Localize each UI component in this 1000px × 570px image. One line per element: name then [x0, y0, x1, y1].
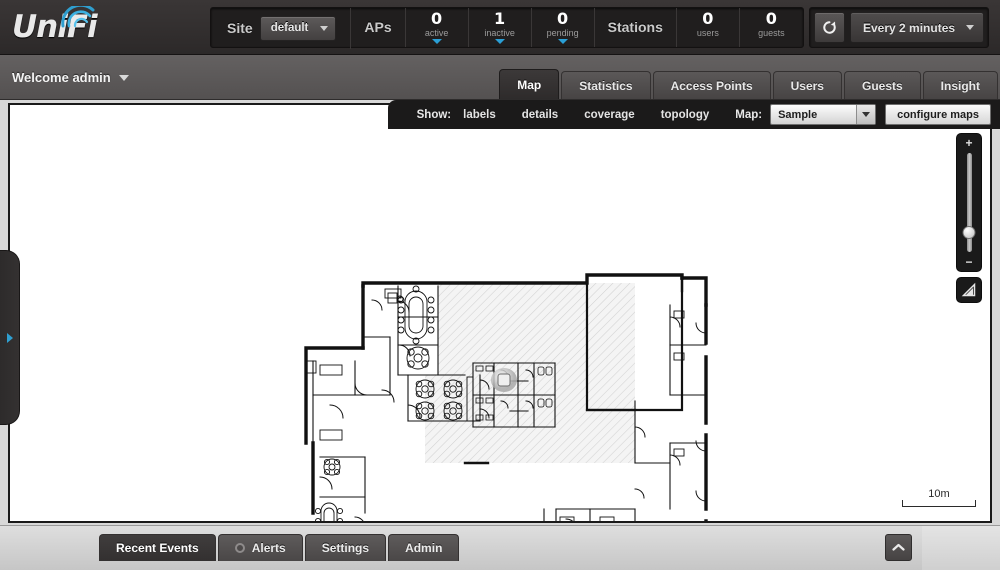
zoom-slider-handle[interactable]	[962, 226, 976, 239]
stat-value: 0	[557, 8, 569, 28]
tab-map[interactable]: Map	[499, 69, 560, 99]
stat-caption: guests	[758, 27, 785, 38]
site-selector-group: Site default	[211, 7, 352, 49]
alert-dot-icon	[234, 543, 245, 553]
header-stats-group: Site default APs 0 active 1 inactive 0 p…	[210, 6, 804, 49]
tab-statistics[interactable]: Statistics	[561, 71, 651, 99]
bottom-tab-alerts[interactable]: Alerts	[217, 534, 303, 561]
caret-down-icon	[494, 38, 505, 44]
tab-label: Guests	[861, 78, 903, 93]
welcome-label: Welcome admin	[12, 70, 111, 85]
collapse-panel-button[interactable]	[885, 534, 912, 561]
caret-down-icon	[431, 38, 442, 44]
chevron-up-icon	[892, 543, 905, 551]
bottom-tab-settings[interactable]: Settings	[304, 534, 387, 561]
unifi-controller-window: UniFi Site default APs 0 active 1 inacti…	[0, 0, 1000, 570]
bottom-tab-label: Admin	[405, 541, 443, 555]
caret-down-icon	[557, 38, 568, 44]
brand-name: UniFi	[12, 8, 98, 45]
show-option-coverage[interactable]: coverage	[584, 109, 635, 121]
site-dropdown-value: default	[270, 22, 309, 34]
top-header-bar: UniFi Site default APs 0 active 1 inacti…	[0, 0, 1000, 55]
stat-aps-inactive[interactable]: 1 inactive	[469, 7, 532, 47]
show-option-labels[interactable]: labels	[463, 109, 496, 121]
map-scale-bar: 10m	[902, 488, 976, 507]
bottom-bar: Recent Events Alerts Settings Admin	[0, 525, 1000, 570]
show-option-details[interactable]: details	[522, 109, 558, 121]
map-label: Map:	[735, 108, 763, 121]
tab-label: Access Points	[670, 78, 753, 93]
site-dropdown[interactable]: default	[259, 15, 337, 41]
map-select-value: Sample	[778, 108, 818, 121]
stat-value: 0	[702, 8, 714, 28]
tab-access-points[interactable]: Access Points	[652, 71, 771, 99]
flyout-arrow-icon	[6, 332, 13, 343]
measure-tool-icon	[961, 282, 976, 297]
map-canvas[interactable]: 10m	[8, 103, 992, 523]
dropdown-button[interactable]	[856, 105, 876, 124]
stat-aps-pending[interactable]: 0 pending	[532, 7, 595, 47]
refresh-interval-dropdown[interactable]: Every 2 minutes	[850, 12, 984, 43]
bottom-tabs: Recent Events Alerts Settings Admin	[99, 534, 460, 561]
stat-value: 0	[431, 8, 443, 28]
chevron-down-icon	[966, 25, 974, 30]
stations-label: Stations	[595, 7, 677, 47]
tab-insight[interactable]: Insight	[922, 71, 998, 99]
bottom-tab-label: Alerts	[251, 541, 286, 555]
wifi-arc-icon	[61, 5, 95, 27]
refresh-icon	[823, 21, 836, 34]
main-tabs: Map Statistics Access Points Users Guest…	[499, 69, 998, 99]
bottom-tab-label: Settings	[321, 541, 370, 555]
stat-stations-guests[interactable]: 0 guests	[740, 8, 803, 47]
tab-label: Insight	[940, 78, 980, 93]
refresh-interval-value: Every 2 minutes	[863, 20, 956, 35]
stat-stations-users[interactable]: 0 users	[677, 7, 740, 47]
zoom-in-label[interactable]: +	[965, 137, 972, 149]
chevron-down-icon	[118, 74, 129, 81]
zoom-out-label[interactable]: −	[965, 256, 972, 268]
configure-maps-button[interactable]: configure maps	[885, 104, 991, 125]
scale-line	[902, 500, 976, 507]
tab-label: Map	[517, 77, 542, 92]
floor-plan-drawing	[304, 273, 708, 521]
secondary-nav-bar: Welcome admin Map Statistics Access Poin…	[0, 55, 1000, 100]
zoom-track[interactable]	[962, 153, 976, 252]
tab-guests[interactable]: Guests	[843, 71, 921, 99]
tab-label: Statistics	[579, 78, 633, 93]
tab-users[interactable]: Users	[772, 71, 842, 99]
refresh-group: Every 2 minutes	[809, 7, 989, 48]
bottom-bar-right-filler	[922, 526, 1000, 570]
stat-value: 1	[494, 8, 506, 28]
show-option-topology[interactable]: topology	[661, 109, 710, 121]
chevron-down-icon	[862, 112, 871, 117]
user-menu[interactable]: Welcome admin	[12, 55, 129, 100]
measure-tool-button[interactable]	[956, 277, 982, 303]
stat-aps-active[interactable]: 0 active	[406, 7, 469, 47]
tab-label: Users	[790, 78, 824, 93]
stat-caption: users	[696, 27, 719, 38]
aps-label: APs	[351, 7, 406, 47]
stat-caption: active	[424, 27, 449, 38]
unifi-logo: UniFi	[0, 0, 210, 55]
stat-caption: pending	[546, 27, 579, 38]
bottom-tab-label: Recent Events	[116, 541, 199, 555]
chevron-down-icon	[320, 25, 329, 31]
map-select-dropdown[interactable]: Sample	[770, 104, 877, 125]
site-label: Site	[227, 20, 253, 36]
show-label: Show:	[416, 108, 452, 121]
stat-caption: inactive	[484, 27, 515, 38]
map-toolbar: Show: labels details coverage topology M…	[388, 100, 1000, 129]
scale-label: 10m	[928, 488, 950, 500]
refresh-button[interactable]	[814, 12, 845, 43]
bottom-tab-admin[interactable]: Admin	[388, 534, 460, 561]
left-panel-flyout-handle[interactable]	[0, 250, 20, 425]
stat-value: 0	[765, 8, 777, 28]
bottom-tab-recent-events[interactable]: Recent Events	[99, 534, 216, 561]
map-zoom-slider[interactable]: + −	[956, 133, 982, 272]
